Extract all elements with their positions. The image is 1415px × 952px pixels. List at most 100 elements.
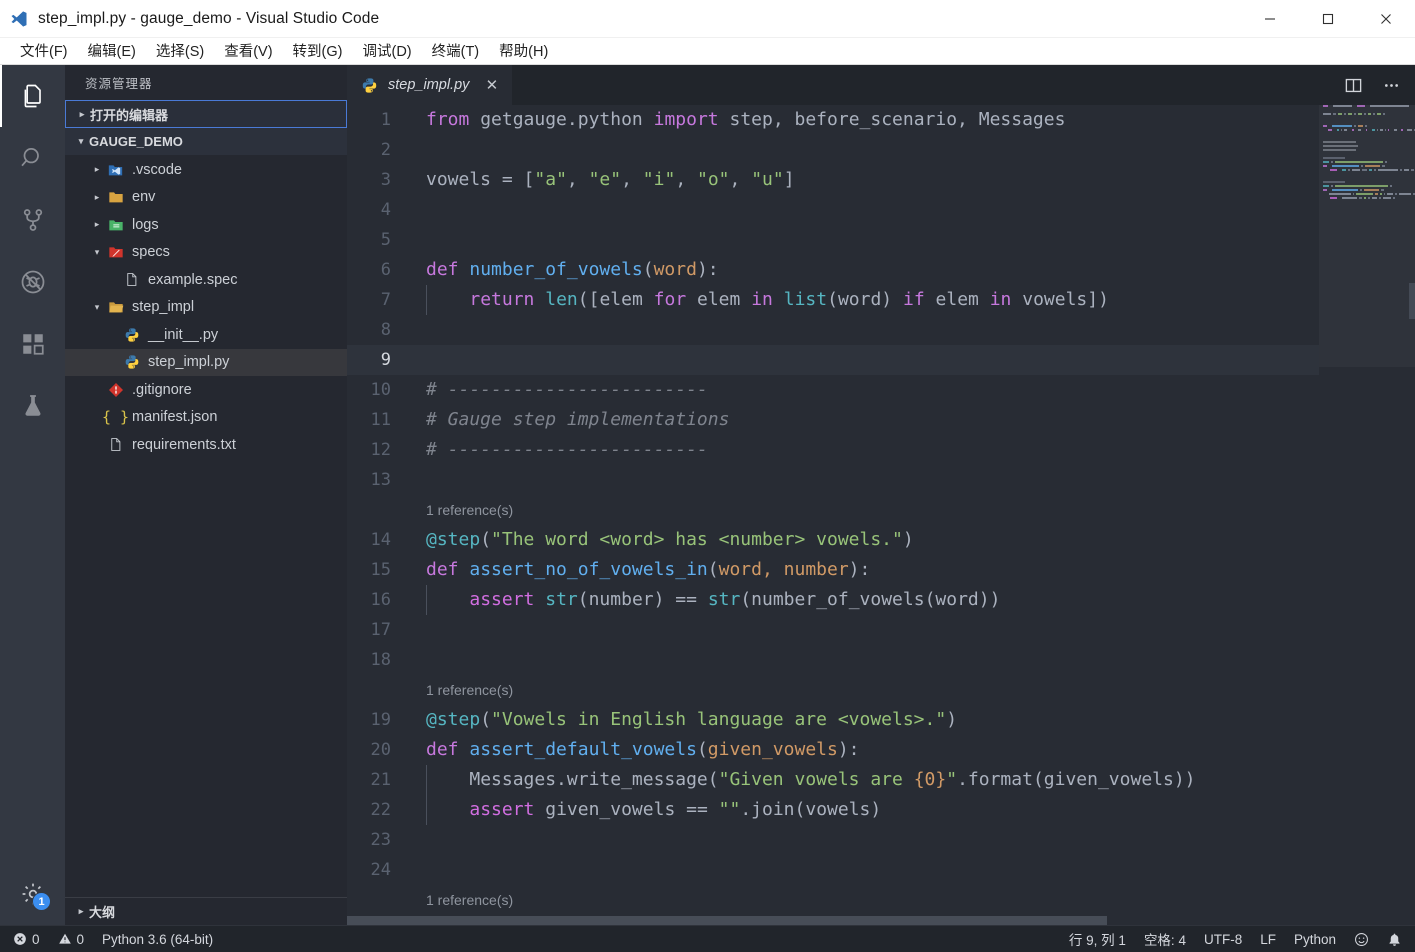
menu-file[interactable]: 文件(F) xyxy=(10,38,78,64)
status-python-interpreter[interactable]: Python 3.6 (64-bit) xyxy=(93,926,222,952)
code-line-12[interactable]: 12 # ------------------------ xyxy=(347,435,1415,465)
code-line-15[interactable]: 15 def assert_no_of_vowels_in(word, numbe… xyxy=(347,555,1415,585)
token-op: ]) xyxy=(1087,289,1109,310)
minimize-button[interactable] xyxy=(1241,0,1299,38)
menu-help[interactable]: 帮助(H) xyxy=(489,38,558,64)
token-op xyxy=(426,769,469,790)
status-error-count[interactable]: 0 xyxy=(4,926,49,952)
code-line-11[interactable]: 11 # Gauge step implementations xyxy=(347,405,1415,435)
activity-manage-gear-icon[interactable]: 1 xyxy=(0,863,65,925)
activity-debug-icon[interactable] xyxy=(0,251,65,313)
tree-item-logs[interactable]: ▸ logs xyxy=(65,211,347,239)
chevron-right-icon[interactable]: ▸ xyxy=(89,192,105,203)
menu-debug[interactable]: 调试(D) xyxy=(352,38,421,64)
close-button[interactable] xyxy=(1357,0,1415,38)
tree-item-step-impl-py[interactable]: step_impl.py xyxy=(65,348,347,376)
codelens-reference-link[interactable]: 1 reference(s) xyxy=(426,682,513,698)
code-line-13[interactable]: 13 xyxy=(347,465,1415,495)
chevron-down-icon[interactable]: ▾ xyxy=(89,247,105,258)
status-cursor-position[interactable]: 行 9, 列 1 xyxy=(1060,926,1135,952)
tab-close-icon[interactable]: ✕ xyxy=(483,78,500,93)
token-cmt: # ------------------------ xyxy=(426,439,708,460)
vertical-scrollbar[interactable] xyxy=(1401,105,1415,925)
menu-edit[interactable]: 编辑(E) xyxy=(78,38,146,64)
code-line-4[interactable]: 4 xyxy=(347,195,1415,225)
code-line-14[interactable]: 14 @step("The word <word> has <number> vo… xyxy=(347,525,1415,555)
editor-viewport[interactable]: 1 from getgauge.python import step, befor… xyxy=(347,105,1415,925)
tree-item-specs[interactable]: ▾ specs xyxy=(65,239,347,267)
minimap-segment xyxy=(1361,165,1364,167)
tree-item-example-spec[interactable]: example.spec xyxy=(65,266,347,294)
code-line-22[interactable]: 22 assert given_vowels == "".join(vowels… xyxy=(347,795,1415,825)
tree-item-step-impl[interactable]: ▾ step_impl xyxy=(65,294,347,322)
menu-go[interactable]: 转到(G) xyxy=(283,38,353,64)
code-line-6[interactable]: 6 def number_of_vowels(word): xyxy=(347,255,1415,285)
code-line-23[interactable]: 23 xyxy=(347,825,1415,855)
minimap-segment xyxy=(1357,113,1362,115)
token-var: elem xyxy=(697,289,741,310)
menu-view[interactable]: 查看(V) xyxy=(214,38,282,64)
project-root-label: GAUGE_DEMO xyxy=(89,134,183,149)
minimap-segment xyxy=(1359,197,1362,199)
activity-extensions-icon[interactable] xyxy=(0,313,65,375)
minimap-segment xyxy=(1342,169,1347,171)
more-actions-ellipsis-icon[interactable] xyxy=(1375,69,1407,101)
tree-item-vscode[interactable]: ▸ .vscode xyxy=(65,156,347,184)
status-notifications[interactable] xyxy=(1378,926,1411,952)
code-line-17[interactable]: 17 xyxy=(347,615,1415,645)
tree-item-env[interactable]: ▸ env xyxy=(65,184,347,212)
tree-item-gitignore[interactable]: .gitignore xyxy=(65,376,347,404)
code-line-3[interactable]: 3 vowels = ["a", "e", "i", "o", "u"] xyxy=(347,165,1415,195)
status-eol[interactable]: LF xyxy=(1251,926,1285,952)
activity-search-icon[interactable] xyxy=(0,127,65,189)
code-line-19[interactable]: 19 @step("Vowels in English language are … xyxy=(347,705,1415,735)
codelens-reference-link[interactable]: 1 reference(s) xyxy=(426,892,513,908)
code-line-16[interactable]: 16 assert str(number) == str(number_of_v… xyxy=(347,585,1415,615)
token-str: "e" xyxy=(588,169,622,190)
chevron-right-icon[interactable]: ▸ xyxy=(89,219,105,230)
tree-item-init-py[interactable]: __init__.py xyxy=(65,321,347,349)
code-line-24[interactable]: 24 xyxy=(347,855,1415,885)
split-editor-icon[interactable] xyxy=(1337,69,1369,101)
code-line-1[interactable]: 1 from getgauge.python import step, befor… xyxy=(347,105,1415,135)
line-number: 6 xyxy=(380,260,391,280)
status-language-mode[interactable]: Python xyxy=(1285,926,1345,952)
code-line-8[interactable]: 8 xyxy=(347,315,1415,345)
tree-item-label: manifest.json xyxy=(132,409,218,426)
line-number: 15 xyxy=(370,560,391,580)
status-encoding[interactable]: UTF-8 xyxy=(1195,926,1251,952)
code-line-20[interactable]: 20 def assert_default_vowels(given_vowels… xyxy=(347,735,1415,765)
code-line-21[interactable]: 21 Messages.write_message("Given vowels … xyxy=(347,765,1415,795)
code-line-18[interactable]: 18 xyxy=(347,645,1415,675)
chevron-down-icon[interactable]: ▾ xyxy=(89,302,105,313)
codelens-reference-link[interactable]: 1 reference(s) xyxy=(426,502,513,518)
status-feedback[interactable] xyxy=(1345,926,1378,952)
section-open-editors[interactable]: ▸ 打开的编辑器 xyxy=(65,100,347,128)
line-number: 18 xyxy=(370,650,391,670)
status-language-mode-text: Python xyxy=(1293,931,1336,947)
maximize-button[interactable] xyxy=(1299,0,1357,38)
status-warning-count[interactable]: 0 xyxy=(49,926,94,952)
minimap-segment xyxy=(1389,185,1392,187)
section-project-root[interactable]: ▾ GAUGE_DEMO xyxy=(65,128,347,155)
tab-step-impl-py[interactable]: step_impl.py ✕ xyxy=(347,65,514,105)
code-line-2[interactable]: 2 xyxy=(347,135,1415,165)
section-outline[interactable]: ▸ 大纲 xyxy=(65,897,347,925)
minimap-segment xyxy=(1331,125,1352,127)
activity-testing-flask-icon[interactable] xyxy=(0,375,65,437)
activity-explorer-icon[interactable] xyxy=(0,65,65,127)
code-line-7[interactable]: 7 return len([elem for elem in list(word… xyxy=(347,285,1415,315)
activity-source-control-icon[interactable] xyxy=(0,189,65,251)
status-error-count-text: 0 xyxy=(32,931,40,947)
tree-item-manifest-json[interactable]: { } manifest.json xyxy=(65,404,347,432)
horizontal-scrollbar[interactable] xyxy=(347,914,1319,925)
code-line-5[interactable]: 5 xyxy=(347,225,1415,255)
horizontal-scrollbar-thumb[interactable] xyxy=(347,916,1107,925)
menu-selection[interactable]: 选择(S) xyxy=(146,38,214,64)
code-line-10[interactable]: 10 # ------------------------ xyxy=(347,375,1415,405)
status-indentation[interactable]: 空格: 4 xyxy=(1135,926,1195,952)
code-line-9[interactable]: 9 xyxy=(347,345,1415,375)
menu-terminal[interactable]: 终端(T) xyxy=(422,38,490,64)
chevron-right-icon[interactable]: ▸ xyxy=(89,164,105,175)
tree-item-requirements-txt[interactable]: requirements.txt xyxy=(65,431,347,459)
